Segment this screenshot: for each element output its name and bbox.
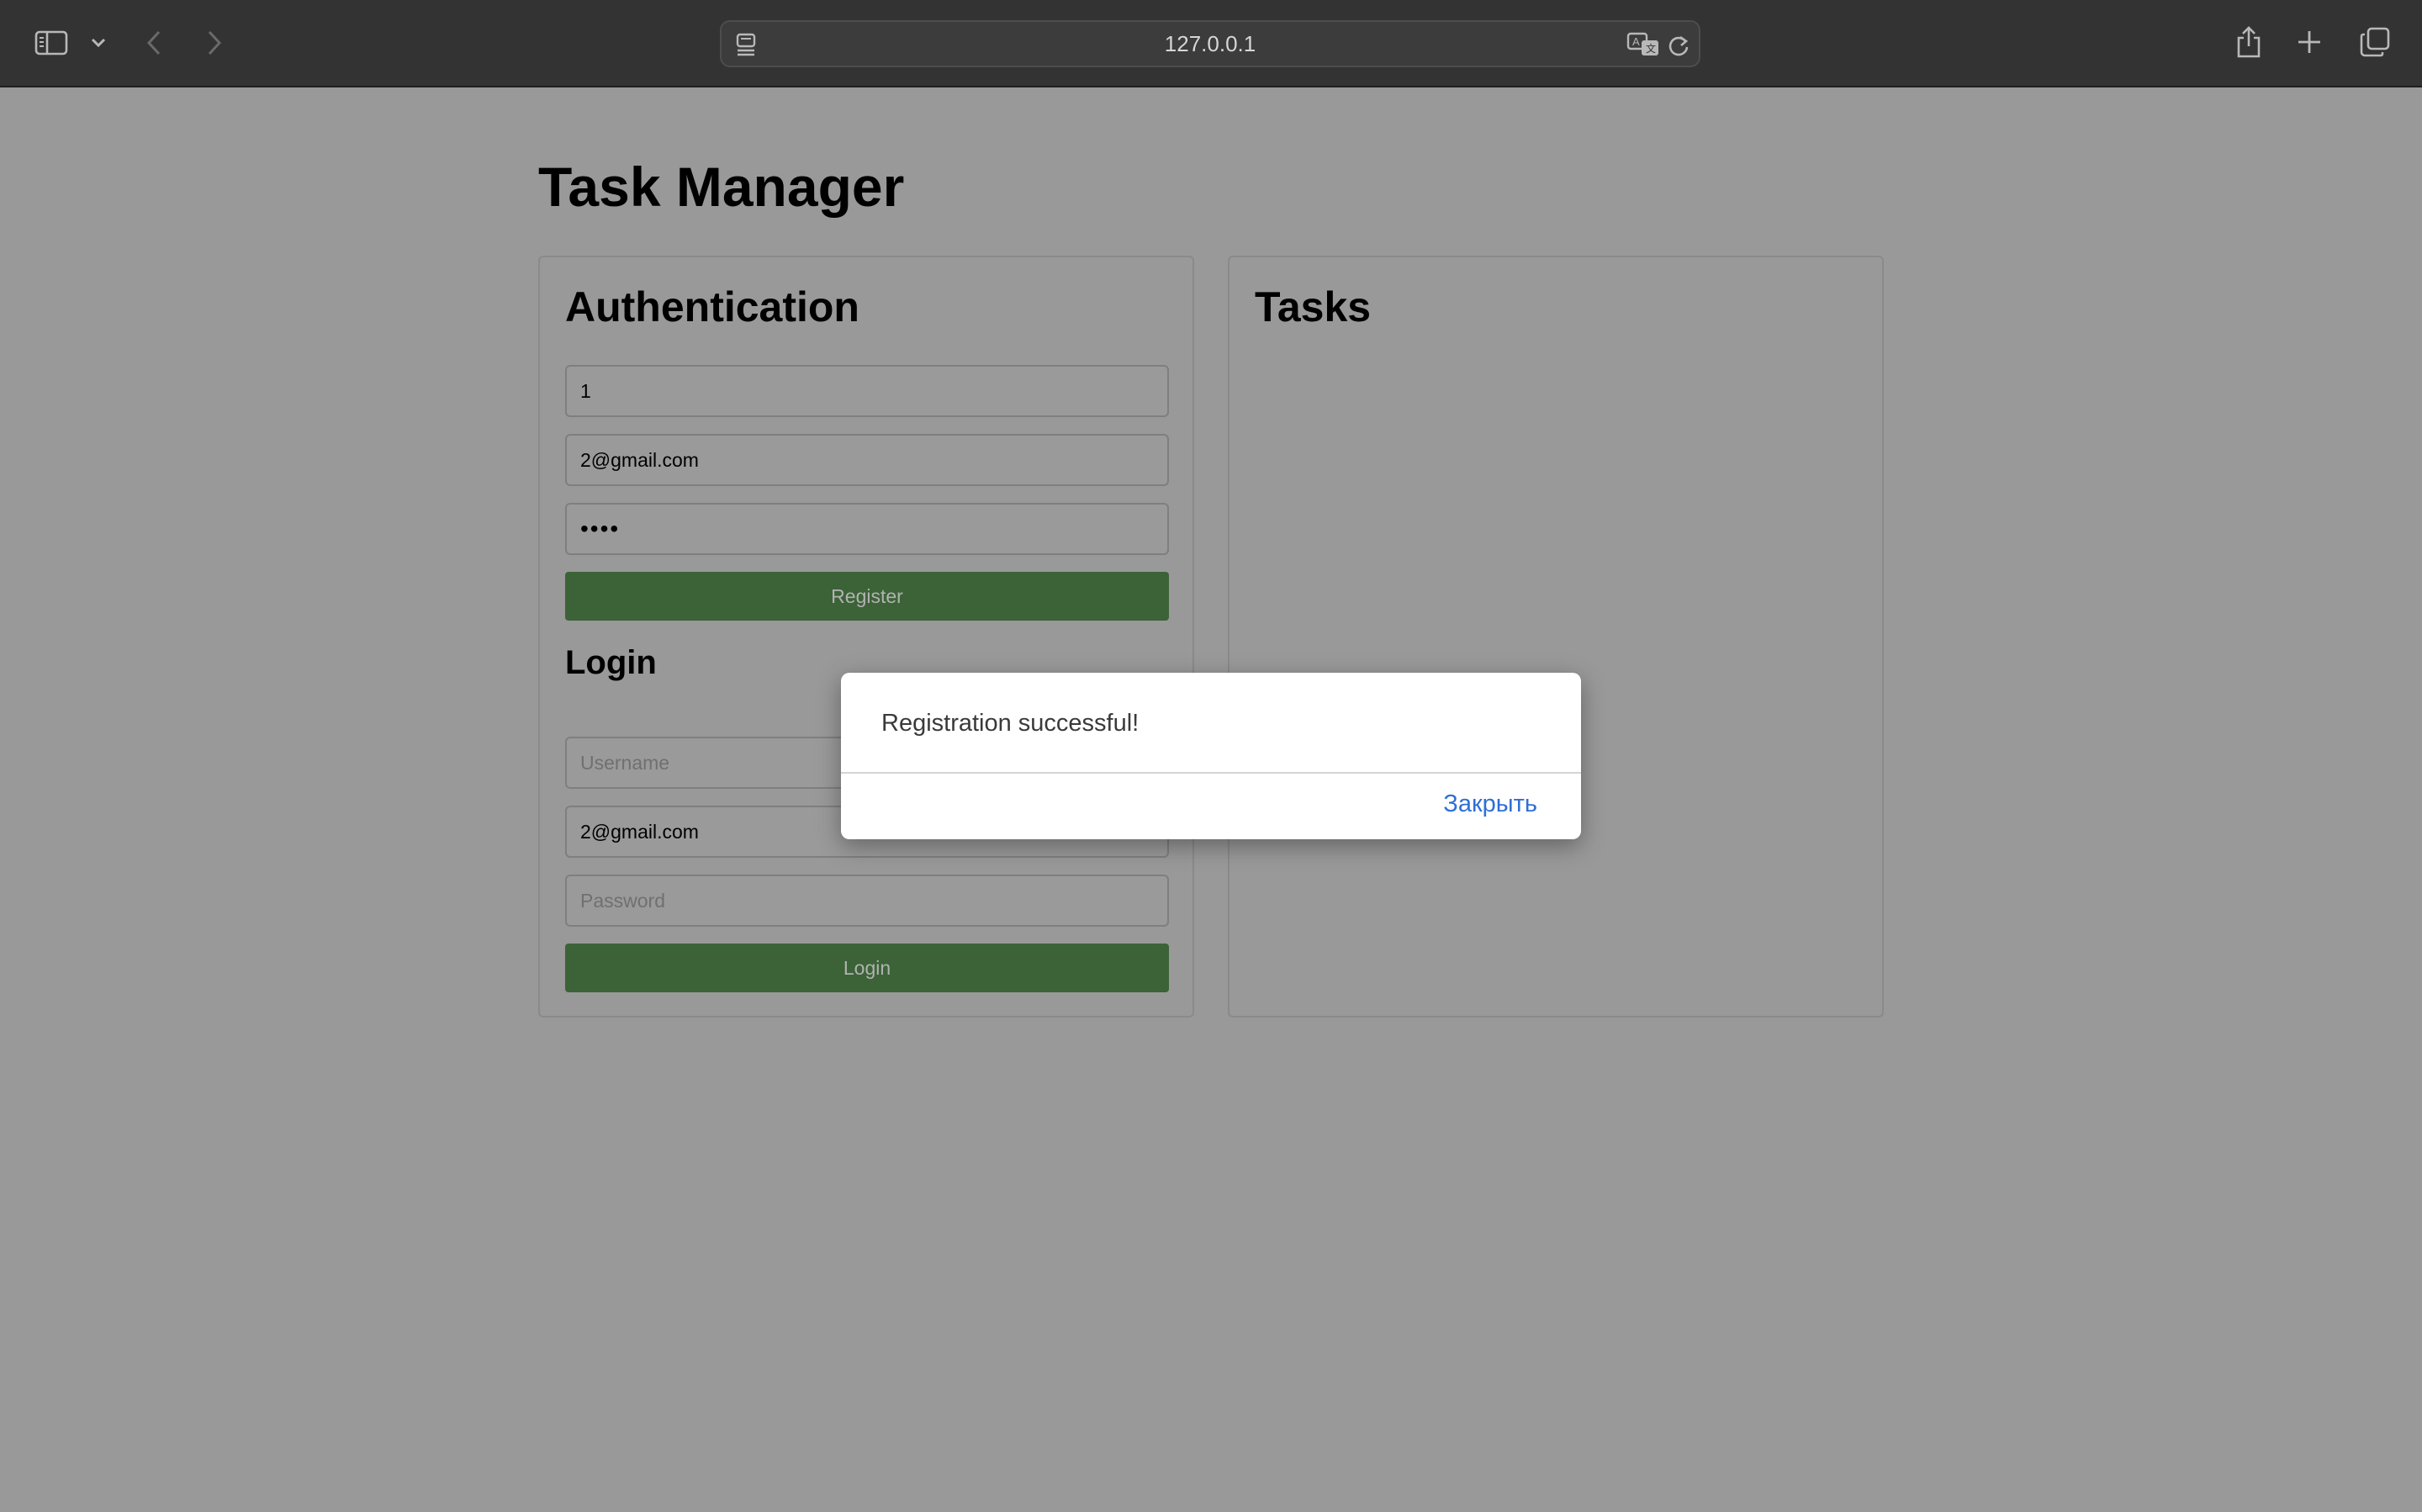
translate-icon[interactable]: A文 (1626, 30, 1660, 59)
login-heading: Login (565, 644, 657, 681)
register-username-input[interactable]: 1 (565, 365, 1169, 417)
page-title: Task Manager (538, 156, 905, 218)
auth-heading: Authentication (565, 283, 859, 330)
login-button[interactable]: Login (565, 944, 1169, 992)
url-text[interactable]: 127.0.0.1 (722, 22, 1699, 66)
auth-panel: Authentication 1 2@gmail.com •••• Regist… (538, 256, 1194, 1018)
share-icon[interactable] (2234, 24, 2264, 61)
alert-dialog: Registration successful! Закрыть (841, 673, 1581, 839)
tasks-heading: Tasks (1255, 283, 1372, 330)
sidebar-icon[interactable] (32, 27, 71, 59)
svg-text:A: A (1632, 35, 1640, 48)
register-email-input[interactable]: 2@gmail.com (565, 434, 1169, 486)
tab-overview-icon[interactable] (2358, 25, 2392, 59)
dialog-close-button[interactable]: Закрыть (1443, 790, 1537, 818)
reload-icon[interactable] (1665, 32, 1692, 59)
svg-text:文: 文 (1646, 42, 1656, 55)
register-password-input[interactable]: •••• (565, 503, 1169, 555)
address-bar[interactable]: 127.0.0.1 A文 (720, 20, 1700, 67)
plus-icon[interactable] (2294, 27, 2324, 57)
tasks-panel: Tasks (1228, 256, 1884, 1018)
dialog-divider (841, 772, 1581, 774)
chevron-down-icon[interactable] (87, 32, 109, 54)
back-arrow-icon[interactable] (141, 27, 167, 59)
login-password-input[interactable]: Password (565, 875, 1169, 927)
dialog-message: Registration successful! (881, 710, 1140, 737)
register-button[interactable]: Register (565, 572, 1169, 621)
forward-arrow-icon[interactable] (202, 27, 227, 59)
browser-toolbar: 127.0.0.1 A文 (0, 0, 2422, 87)
